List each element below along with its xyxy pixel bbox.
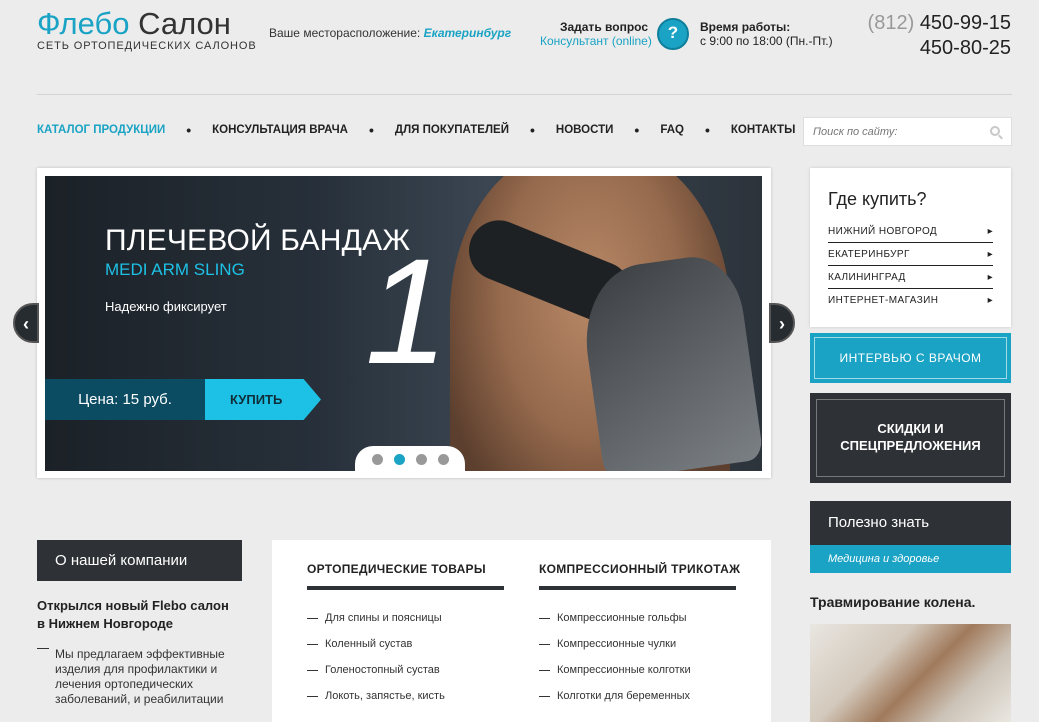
article-title-link[interactable]: Травмирование колена. xyxy=(810,594,975,610)
slider-dot-2[interactable] xyxy=(393,453,405,465)
city-link-nizhny[interactable]: НИЖНИЙ НОВГОРОД xyxy=(828,220,993,243)
slider-dot-3[interactable] xyxy=(415,453,427,465)
search-input[interactable] xyxy=(804,118,979,145)
city-link-online-store[interactable]: ИНТЕРНЕТ-МАГАЗИН xyxy=(828,289,993,312)
nav-separator: • xyxy=(704,122,710,138)
slide-banner: 1 ПЛЕЧЕВОЙ БАНДАЖ MEDI ARM SLING Надежно… xyxy=(45,176,762,471)
ask-question-block[interactable]: Задать вопрос Консультант (online) xyxy=(540,20,652,48)
category-item[interactable]: Локоть, запястье, кисть xyxy=(307,690,504,716)
news-headline-line-1: Открылся новый Flebo салон xyxy=(37,598,229,613)
useful-title: Полезно знать xyxy=(810,501,1011,545)
article-image[interactable] xyxy=(810,624,1011,722)
news-text: Мы предлагаем эффективные изделия для пр… xyxy=(55,647,225,706)
category-item[interactable]: Коленный сустав xyxy=(307,638,504,664)
nav-faq[interactable]: FAQ xyxy=(660,124,684,136)
city-link-ekaterinburg[interactable]: ЕКАТЕРИНБУРГ xyxy=(828,243,993,266)
news-headline-link[interactable]: Открылся новый Flebo салон в Нижнем Новг… xyxy=(37,597,229,633)
category-item[interactable]: Компрессионные колготки xyxy=(539,664,736,690)
nav-doctor-consultation[interactable]: КОНСУЛЬТАЦИЯ ВРАЧА xyxy=(212,124,348,136)
category-orthopedic: ОРТОПЕДИЧЕСКИЕ ТОВАРЫ Для спины и поясни… xyxy=(307,562,504,716)
interview-button[interactable]: ИНТЕРВЬЮ С ВРАЧОМ xyxy=(810,333,1011,383)
category-title[interactable]: ОРТОПЕДИЧЕСКИЕ ТОВАРЫ xyxy=(307,562,504,590)
slide-number: 1 xyxy=(365,227,449,395)
slide-subtitle: MEDI ARM SLING xyxy=(105,260,245,279)
phone-number-2[interactable]: 450-80-25 xyxy=(920,37,1011,60)
news-headline-line-2: в Нижнем Новгороде xyxy=(37,616,174,631)
where-to-buy-list: НИЖНИЙ НОВГОРОД ЕКАТЕРИНБУРГ КАЛИНИНГРАД… xyxy=(828,220,993,312)
nav-catalog[interactable]: КАТАЛОГ ПРОДУКЦИИ xyxy=(37,124,165,136)
ask-question-title[interactable]: Задать вопрос xyxy=(540,20,648,34)
slider-prev-arrow-icon[interactable]: ‹ xyxy=(13,303,39,343)
phone-number-1[interactable]: (812) 450-99-15 xyxy=(868,12,1011,35)
category-title[interactable]: КОМПРЕССИОННЫЙ ТРИКОТАЖ xyxy=(539,562,740,590)
category-item[interactable]: Голеностопный сустав xyxy=(307,664,504,690)
online-consultant-link[interactable]: Консультант (online) xyxy=(540,34,652,48)
main-nav: КАТАЛОГ ПРОДУКЦИИ • КОНСУЛЬТАЦИЯ ВРАЧА •… xyxy=(37,122,795,138)
search-icon[interactable] xyxy=(990,126,1000,136)
category-compression: КОМПРЕССИОННЫЙ ТРИКОТАЖ Компрессионные г… xyxy=(539,562,740,716)
nav-separator: • xyxy=(186,122,192,138)
buy-button[interactable]: КУПИТЬ xyxy=(205,379,321,420)
product-categories: ОРТОПЕДИЧЕСКИЕ ТОВАРЫ Для спины и поясни… xyxy=(272,540,771,722)
nav-separator: • xyxy=(368,122,374,138)
nav-separator: • xyxy=(529,122,535,138)
category-item[interactable]: Для спины и поясницы xyxy=(307,612,504,638)
slider-next-arrow-icon[interactable]: › xyxy=(769,303,795,343)
search-box xyxy=(803,117,1012,146)
useful-subtitle-link[interactable]: Медицина и здоровье xyxy=(810,545,1011,573)
headset-icon[interactable]: ? xyxy=(657,18,689,50)
working-hours: Время работы: с 9:00 по 18:00 (Пн.-Пт.) xyxy=(700,20,833,48)
location-info: Ваше месторасположение: Екатеринбург xyxy=(269,26,511,40)
slide-price: Цена: 15 руб. xyxy=(45,379,205,420)
category-item[interactable]: Колготки для беременных xyxy=(539,690,736,716)
header-divider xyxy=(37,94,1012,95)
city-link-kaliningrad[interactable]: КАЛИНИНГРАД xyxy=(828,266,993,289)
phone-code: (812) xyxy=(867,12,915,34)
site-tagline: СЕТЬ ОРТОПЕДИЧЕСКИХ САЛОНОВ xyxy=(37,40,257,52)
about-company-tab[interactable]: О нашей компании xyxy=(37,540,242,581)
location-city-link[interactable]: Екатеринбург xyxy=(424,26,512,40)
where-to-buy-title: Где купить? xyxy=(828,189,927,209)
category-item[interactable]: Компрессионные чулки xyxy=(539,638,736,664)
useful-info-panel: Полезно знать Медицина и здоровье xyxy=(810,501,1011,573)
logo-word-2: Салон xyxy=(138,6,231,41)
news-dash xyxy=(37,648,49,649)
site-logo[interactable]: Флебо Салон xyxy=(37,8,231,40)
nav-separator: • xyxy=(634,122,640,138)
hours-title: Время работы: xyxy=(700,20,791,34)
nav-for-customers[interactable]: ДЛЯ ПОКУПАТЕЛЕЙ xyxy=(395,124,509,136)
product-slider: 1 ПЛЕЧЕВОЙ БАНДАЖ MEDI ARM SLING Надежно… xyxy=(37,168,771,478)
slide-description: Надежно фиксирует xyxy=(105,299,227,314)
where-to-buy-panel: Где купить? НИЖНИЙ НОВГОРОД ЕКАТЕРИНБУРГ… xyxy=(810,168,1011,327)
slide-title: ПЛЕЧЕВОЙ БАНДАЖ xyxy=(105,224,411,257)
nav-news[interactable]: НОВОСТИ xyxy=(556,124,614,136)
phone-1-digits: 450-99-15 xyxy=(919,12,1011,34)
slider-dot-4[interactable] xyxy=(437,453,449,465)
hours-value: с 9:00 по 18:00 (Пн.-Пт.) xyxy=(700,34,833,48)
location-label: Ваше месторасположение: xyxy=(269,26,421,40)
discounts-button[interactable]: СКИДКИ И СПЕЦПРЕДЛОЖЕНИЯ xyxy=(810,393,1011,483)
nav-contacts[interactable]: КОНТАКТЫ xyxy=(731,124,795,136)
interview-label: ИНТЕРВЬЮ С ВРАЧОМ xyxy=(814,337,1007,379)
bandage-sleeve xyxy=(576,250,762,471)
slider-pagination xyxy=(355,446,465,471)
logo-word-1: Флебо xyxy=(37,6,130,41)
slider-dot-1[interactable] xyxy=(371,453,383,465)
category-item[interactable]: Компрессионные гольфы xyxy=(539,612,736,638)
discounts-label: СКИДКИ И СПЕЦПРЕДЛОЖЕНИЯ xyxy=(816,399,1005,477)
